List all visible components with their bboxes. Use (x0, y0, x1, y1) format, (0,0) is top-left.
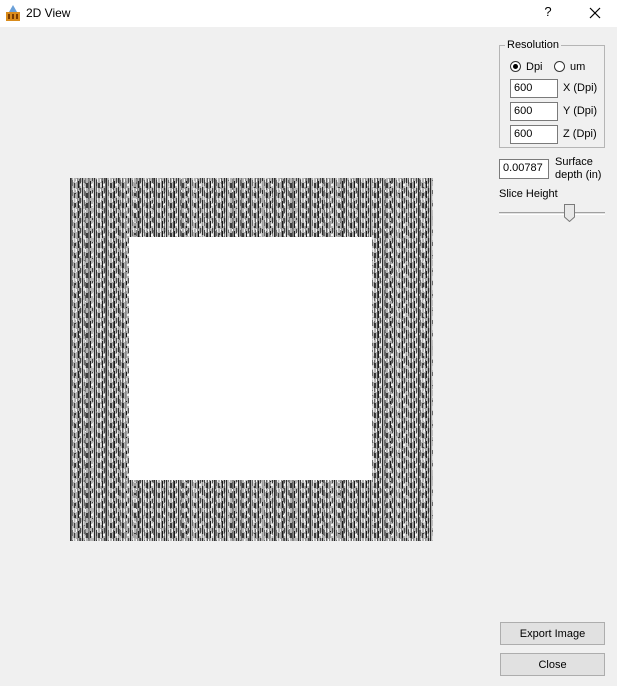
hollow-center (129, 237, 372, 480)
title-bar: 2D View ? (0, 0, 617, 27)
radio-dpi-indicator[interactable] (510, 61, 521, 72)
slice-height-slider-track[interactable] (499, 212, 605, 215)
slice-height-label: Slice Height (499, 188, 558, 200)
surface-depth-label-line1: Surface (555, 156, 593, 168)
surface-depth-field[interactable]: 0.00787 (499, 159, 549, 179)
radio-dpi[interactable]: Dpi (510, 60, 543, 73)
help-button[interactable]: ? (538, 4, 558, 22)
x-dpi-field[interactable]: 600 (510, 79, 558, 98)
slice-height-slider-thumb[interactable] (563, 204, 575, 222)
surface-depth-label: Surface depth (in) (555, 156, 601, 182)
slice-preview-image (70, 178, 433, 541)
export-image-button[interactable]: Export Image (500, 622, 605, 645)
radio-um-indicator[interactable] (554, 61, 565, 72)
z-dpi-field[interactable]: 600 (510, 125, 558, 144)
close-icon[interactable] (585, 4, 605, 22)
window-title: 2D View (26, 6, 71, 20)
z-dpi-label: Z (Dpi) (563, 128, 597, 140)
y-dpi-label: Y (Dpi) (563, 105, 598, 117)
radio-dpi-label: Dpi (526, 60, 543, 73)
y-dpi-field[interactable]: 600 (510, 102, 558, 121)
radio-um-label: um (570, 60, 586, 73)
radio-um[interactable]: um (554, 60, 585, 73)
close-button[interactable]: Close (500, 653, 605, 676)
x-dpi-label: X (Dpi) (563, 82, 598, 94)
app-icon (6, 5, 20, 21)
surface-depth-label-line2: depth (in) (555, 169, 602, 181)
resolution-group-label: Resolution (505, 39, 561, 51)
